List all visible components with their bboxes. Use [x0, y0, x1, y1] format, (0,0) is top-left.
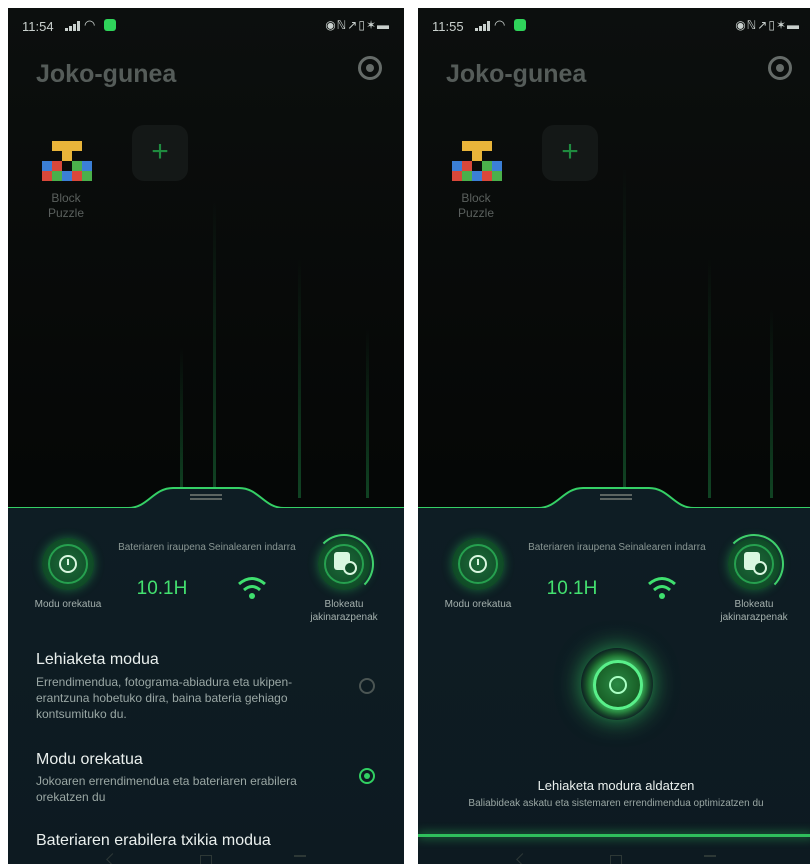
signal-icon: [65, 21, 81, 31]
status-time: 11:54: [22, 19, 54, 34]
decor-line: [770, 308, 773, 498]
battery-value: 10.1H: [546, 578, 598, 599]
block-arc: [724, 534, 784, 594]
gear-icon[interactable]: [358, 56, 382, 80]
gear-icon[interactable]: [768, 56, 792, 80]
block-caption: Blokeatu jakinarazpenak: [720, 599, 788, 623]
block-puzzle-icon: [450, 133, 502, 185]
panel-drag-handle[interactable]: [190, 494, 222, 496]
game-block-puzzle[interactable]: Block Puzzle: [38, 133, 94, 229]
radio-icon[interactable]: [359, 768, 375, 784]
wifi-icon: ◠: [494, 17, 506, 32]
signal-icon: [475, 21, 491, 31]
switching-title: Lehiaketa modura aldatzen: [537, 778, 695, 793]
battery-label: Bateriaren iraupena: [528, 542, 616, 553]
mode-button[interactable]: [42, 538, 94, 590]
notification-app-icon: [514, 19, 526, 31]
option-title: Lehiaketa modua: [36, 651, 159, 668]
add-game-button[interactable]: +: [542, 125, 598, 181]
mode-caption: Modu orekatua: [34, 599, 102, 610]
option-desc: Errendimendua, fotograma-abiadura eta uk…: [36, 675, 293, 721]
battery-label: Bateriaren iraupena: [118, 542, 206, 553]
mode-icon: [59, 555, 77, 573]
wifi-icon: ◠: [84, 17, 96, 32]
decor-line: [298, 258, 301, 498]
back-icon[interactable]: [516, 853, 529, 864]
bottom-glow-line: [418, 834, 810, 837]
game-label: Block Puzzle: [457, 191, 495, 220]
add-game-button[interactable]: +: [132, 125, 188, 181]
status-bar: 11:55 ◠ ◉ℕ↗▯✶▬: [418, 8, 810, 42]
decor-line: [213, 198, 216, 498]
signal-label: Seinalearen indarra: [208, 542, 296, 553]
add-icon: +: [151, 135, 169, 168]
nav-bar: [418, 850, 810, 864]
panel-drag-handle[interactable]: [600, 494, 632, 496]
menu-icon[interactable]: [294, 855, 306, 857]
menu-icon[interactable]: [704, 855, 716, 857]
phone-screen-right: 11:55 ◠ ◉ℕ↗▯✶▬ Joko-gunea Block Puzzle +…: [418, 8, 810, 864]
decor-line: [180, 348, 183, 498]
block-caption: Blokeatu jakinarazpenak: [310, 599, 378, 623]
status-time: 11:55: [432, 19, 464, 34]
option-title: Modu orekatua: [36, 751, 143, 768]
home-icon[interactable]: [610, 855, 622, 864]
switching-animation: [581, 648, 653, 720]
page-title: Joko-gunea: [446, 60, 587, 88]
switching-desc: Baliabideak askatu eta sistemaren errend…: [468, 798, 764, 809]
mode-button[interactable]: [452, 538, 504, 590]
option-title: Bateriaren erabilera txikia modua: [36, 832, 271, 849]
decor-line: [623, 168, 626, 498]
home-icon[interactable]: [200, 855, 212, 864]
status-bar: 11:54 ◠ ◉ℕ↗▯✶▬: [8, 8, 404, 42]
page-title: Joko-gunea: [36, 60, 177, 88]
phone-screen-left: 11:54 ◠ ◉ℕ↗▯✶▬ Joko-gunea Block Puzzle +…: [8, 8, 404, 864]
wifi-signal-icon: [238, 577, 266, 599]
game-block-puzzle[interactable]: Block Puzzle: [448, 133, 504, 229]
decor-line: [366, 328, 369, 498]
nav-bar: [8, 850, 404, 864]
block-puzzle-icon: [40, 133, 92, 185]
game-label: Block Puzzle: [47, 191, 85, 220]
battery-value: 10.1H: [136, 578, 188, 599]
add-icon: +: [561, 135, 579, 168]
option-desc: Jokoaren errendimendua eta bateriaren er…: [36, 774, 297, 804]
radio-icon[interactable]: [359, 678, 375, 694]
system-status-icons: ◉ℕ↗▯✶▬: [325, 18, 390, 32]
mode-caption: Modu orekatua: [444, 599, 512, 610]
decor-line: [708, 258, 711, 498]
mode-icon: [469, 555, 487, 573]
block-arc: [314, 534, 374, 594]
system-status-icons: ◉ℕ↗▯✶▬: [735, 18, 800, 32]
signal-label: Seinalearen indarra: [618, 542, 706, 553]
back-icon[interactable]: [106, 853, 119, 864]
wifi-signal-icon: [648, 577, 676, 599]
notification-app-icon: [104, 19, 116, 31]
